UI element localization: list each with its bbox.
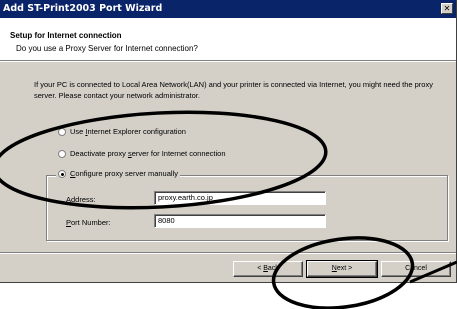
next-button[interactable]: Next >: [306, 260, 378, 278]
port-input[interactable]: 8080: [154, 214, 326, 228]
radio-configure-manually[interactable]: Configure proxy server manually: [56, 169, 180, 178]
wizard-window: Add ST-Print2003 Port Wizard ✕ Setup for…: [0, 0, 457, 283]
address-label: Address:: [66, 195, 96, 204]
close-button[interactable]: ✕: [441, 3, 453, 14]
radio-use-ie-config[interactable]: Use Internet Explorer configuration: [58, 127, 186, 136]
step-subtitle: Do you use a Proxy Server for Internet c…: [16, 44, 198, 53]
wizard-header: Setup for Internet connection Do you use…: [0, 18, 456, 61]
title-bar[interactable]: Add ST-Print2003 Port Wizard ✕: [0, 0, 456, 18]
radio-label: Configure proxy server manually: [70, 169, 178, 178]
radio-deactivate-proxy[interactable]: Deactivate proxy server for Internet con…: [58, 149, 226, 158]
cancel-button[interactable]: Cancel: [381, 261, 451, 277]
header-divider: [0, 61, 456, 62]
description-text: If your PC is connected to Local Area Ne…: [34, 80, 433, 100]
port-label: Port Number:: [66, 218, 111, 227]
radio-label: Deactivate proxy server for Internet con…: [70, 149, 226, 158]
manual-proxy-group: [46, 175, 448, 241]
radio-button[interactable]: [58, 149, 66, 158]
footer-divider-highlight: [0, 253, 456, 254]
back-button[interactable]: < Back: [233, 261, 303, 277]
radio-button[interactable]: [58, 127, 66, 136]
address-input[interactable]: proxy.earth.co.jp: [154, 191, 326, 205]
radio-button-selected[interactable]: [58, 169, 66, 178]
window-title: Add ST-Print2003 Port Wizard: [3, 3, 163, 14]
step-title: Setup for Internet connection: [10, 31, 122, 40]
radio-label: Use Internet Explorer configuration: [70, 127, 186, 136]
